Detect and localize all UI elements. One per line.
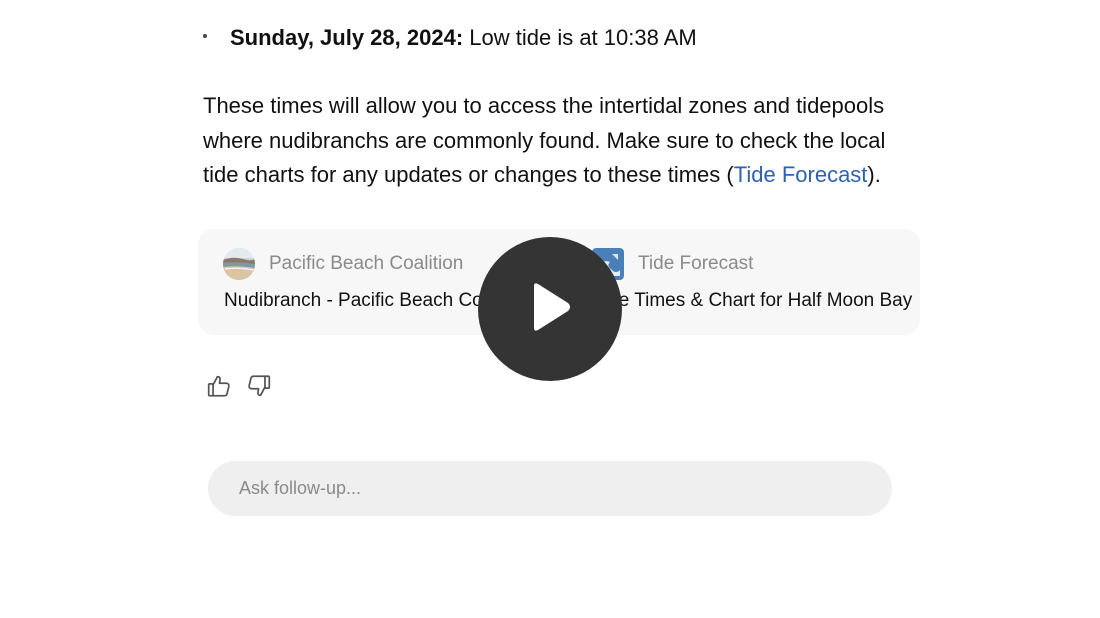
thumbs-down-icon[interactable] bbox=[243, 370, 275, 402]
source-header: Pacific Beach Coalition bbox=[223, 248, 463, 280]
source-title: Tide Times & Chart for Half Moon Bay bbox=[593, 290, 913, 311]
list-item-text: Low tide is at 10:38 AM bbox=[463, 25, 697, 50]
bullet-dot bbox=[203, 34, 207, 39]
play-button[interactable] bbox=[478, 237, 622, 381]
list-item-date: Sunday, July 28, 2024: bbox=[230, 25, 464, 50]
source-name: Pacific Beach Coalition bbox=[269, 253, 464, 274]
followup-box bbox=[208, 461, 892, 516]
source-header: Tide Forecast bbox=[592, 248, 753, 280]
tide-forecast-link[interactable]: Tide Forecast bbox=[734, 162, 868, 187]
answer-paragraph: These times will allow you to access the… bbox=[203, 89, 923, 193]
thumbs-up-icon[interactable] bbox=[203, 370, 235, 402]
paragraph-text-end: ). bbox=[867, 162, 881, 187]
play-icon bbox=[528, 282, 572, 337]
source-name: Tide Forecast bbox=[638, 253, 754, 274]
list-item: Sunday, July 28, 2024: Low tide is at 10… bbox=[200, 22, 697, 54]
beach-photo-icon bbox=[223, 248, 255, 280]
followup-input[interactable] bbox=[237, 477, 892, 500]
feedback-bar bbox=[203, 370, 275, 402]
